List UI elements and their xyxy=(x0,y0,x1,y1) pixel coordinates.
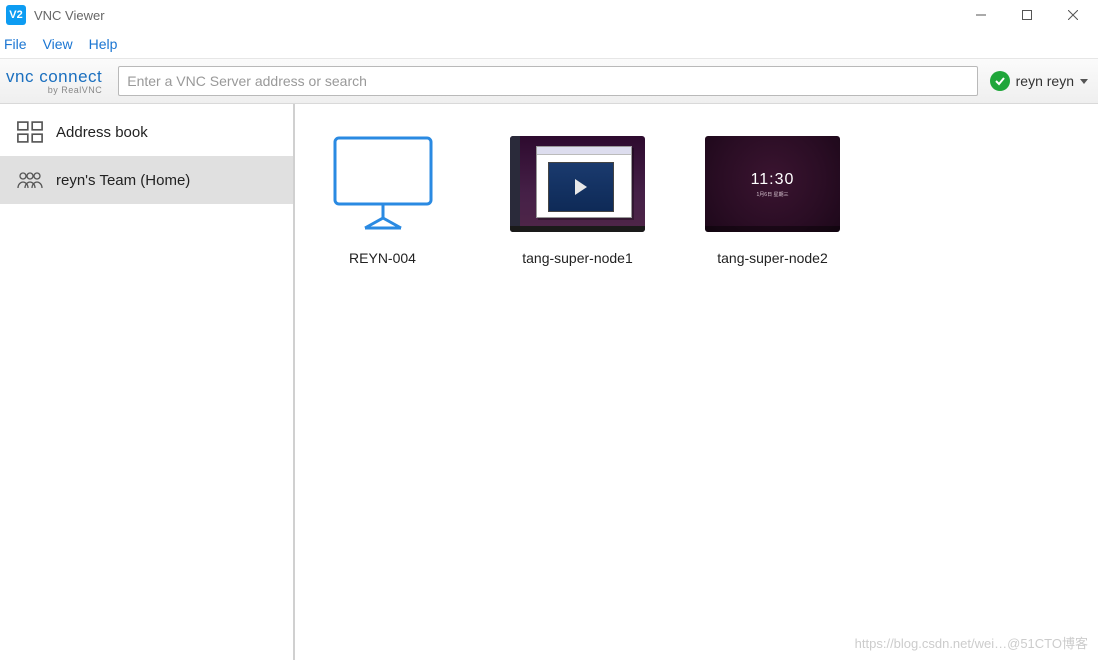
logo-subtext: by RealVNC xyxy=(48,85,103,95)
chevron-down-icon xyxy=(1080,79,1088,84)
connection-label: tang-super-node2 xyxy=(717,250,828,266)
grid-icon xyxy=(16,121,44,143)
toolbar: vnc connect by RealVNC reyn reyn xyxy=(0,58,1098,104)
maximize-button[interactable] xyxy=(1004,0,1050,30)
lock-date: 1月6日 星期三 xyxy=(757,191,789,198)
user-name: reyn reyn xyxy=(1016,73,1074,89)
connection-label: REYN-004 xyxy=(349,250,416,266)
titlebar: V2 VNC Viewer xyxy=(0,0,1098,30)
app-icon: V2 xyxy=(6,5,26,25)
window-title: VNC Viewer xyxy=(34,8,105,23)
menu-view[interactable]: View xyxy=(43,32,83,56)
close-button[interactable] xyxy=(1050,0,1096,30)
connection-item[interactable]: tang-super-node1 xyxy=(510,136,645,266)
people-icon xyxy=(16,169,44,191)
sidebar-item-address-book[interactable]: Address book xyxy=(0,108,293,156)
connection-item[interactable]: 11:30 1月6日 星期三 tang-super-node2 xyxy=(705,136,840,266)
minimize-button[interactable] xyxy=(958,0,1004,30)
sidebar-item-label: Address book xyxy=(56,124,148,141)
vnc-connect-logo: vnc connect by RealVNC xyxy=(6,67,102,95)
menubar: File View Help xyxy=(0,30,1098,58)
search-input[interactable] xyxy=(118,66,977,96)
monitor-placeholder-icon xyxy=(315,136,450,232)
connection-label: tang-super-node1 xyxy=(522,250,633,266)
menu-help[interactable]: Help xyxy=(89,32,128,56)
connection-thumbnail xyxy=(510,136,645,232)
sidebar: Address book reyn's Team (Home) xyxy=(0,104,295,660)
connection-item[interactable]: REYN-004 xyxy=(315,136,450,266)
connection-thumbnail: 11:30 1月6日 星期三 xyxy=(705,136,840,232)
sidebar-item-label: reyn's Team (Home) xyxy=(56,172,190,189)
sidebar-item-team[interactable]: reyn's Team (Home) xyxy=(0,156,293,204)
menu-file[interactable]: File xyxy=(4,32,37,56)
lock-time: 11:30 xyxy=(751,171,795,189)
status-ok-icon xyxy=(990,71,1010,91)
user-menu[interactable]: reyn reyn xyxy=(990,71,1088,91)
connections-grid: REYN-004 tang-super-node1 11:30 1月6日 星期三… xyxy=(295,104,1098,660)
